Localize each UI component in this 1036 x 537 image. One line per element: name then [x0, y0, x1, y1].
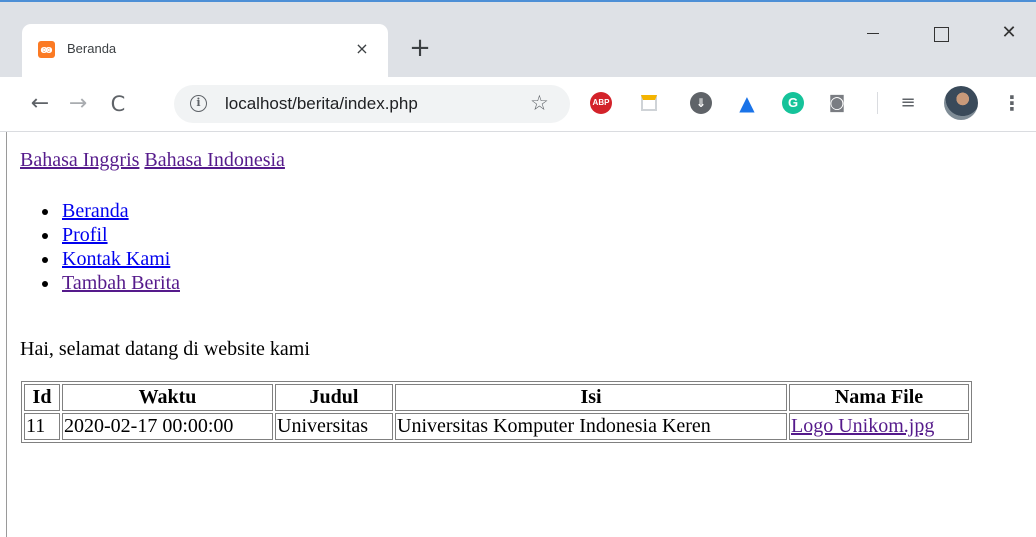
kebab-menu-icon[interactable]: ⋮ — [1002, 90, 1022, 116]
tab-close-icon[interactable]: × — [350, 37, 374, 61]
camera-icon[interactable]: ◙ — [826, 92, 848, 114]
minimize-button[interactable] — [850, 18, 896, 48]
link-bahasa-indonesia[interactable]: Bahasa Indonesia — [144, 149, 285, 171]
table-header-row: Id Waktu Judul Isi Nama File — [24, 384, 969, 411]
new-tab-button[interactable]: + — [406, 35, 434, 63]
cell-judul: Universitas — [275, 413, 393, 440]
xampp-icon: ꙭ — [38, 41, 55, 58]
nav-item: Tambah Berita — [60, 271, 180, 295]
cell-nama-file: Logo Unikom.jpg — [789, 413, 969, 440]
cell-waktu: 2020-02-17 00:00:00 — [62, 413, 273, 440]
nav-item: Profil — [60, 223, 180, 247]
forward-arrow-icon[interactable]: → — [64, 90, 92, 118]
col-header-judul: Judul — [275, 384, 393, 411]
nav-item: Beranda — [60, 199, 180, 223]
tab-beranda[interactable]: ꙭ Beranda × — [22, 24, 388, 79]
grammarly-icon[interactable]: G — [782, 92, 804, 114]
reload-icon[interactable]: C — [104, 90, 132, 118]
site-info-icon[interactable]: i — [190, 95, 207, 112]
profile-avatar[interactable] — [944, 86, 978, 120]
browser-titlebar: ꙭ Beranda × + ✕ — [0, 0, 1036, 79]
address-bar[interactable]: i localhost/berita/index.php ☆ — [174, 85, 570, 123]
back-arrow-icon[interactable]: ← — [26, 90, 54, 118]
news-table: Id Waktu Judul Isi Nama File 11 2020-02-… — [21, 381, 972, 443]
maximize-button[interactable] — [918, 18, 964, 48]
nav-link-tambah-berita[interactable]: Tambah Berita — [62, 272, 180, 294]
col-header-isi: Isi — [395, 384, 787, 411]
nav-link-profil[interactable]: Profil — [62, 224, 108, 246]
bookmark-star-icon[interactable]: ☆ — [530, 91, 549, 115]
col-header-waktu: Waktu — [62, 384, 273, 411]
close-window-button[interactable]: ✕ — [986, 18, 1032, 48]
nav-link-kontak-kami[interactable]: Kontak Kami — [62, 248, 170, 270]
toolbar-divider — [877, 92, 878, 114]
main-nav: Beranda Profil Kontak Kami Tambah Berita — [60, 199, 180, 295]
col-header-nama-file: Nama File — [789, 384, 969, 411]
download-extension-icon[interactable]: ⇓ — [690, 92, 712, 114]
graduation-cap-icon[interactable]: ▲ — [736, 92, 758, 114]
nav-item: Kontak Kami — [60, 247, 180, 271]
note-extension-icon[interactable] — [641, 95, 657, 111]
window-left-edge — [6, 132, 7, 537]
col-header-id: Id — [24, 384, 60, 411]
table-row: 11 2020-02-17 00:00:00 Universitas Unive… — [24, 413, 969, 440]
tab-title: Beranda — [67, 41, 117, 56]
cell-id: 11 — [24, 413, 60, 440]
adblock-plus-icon[interactable]: ABP — [590, 92, 612, 114]
url-text[interactable]: localhost/berita/index.php — [225, 94, 418, 114]
welcome-text: Hai, selamat datang di website kami — [20, 338, 310, 360]
language-links: Bahasa Inggris Bahasa Indonesia — [20, 149, 285, 172]
file-link[interactable]: Logo Unikom.jpg — [791, 415, 934, 437]
link-bahasa-inggris[interactable]: Bahasa Inggris — [20, 149, 139, 171]
cell-isi: Universitas Komputer Indonesia Keren — [395, 413, 787, 440]
media-control-icon[interactable]: ≡ — [897, 92, 919, 114]
nav-link-beranda[interactable]: Beranda — [62, 200, 129, 222]
browser-toolbar: ← → C i localhost/berita/index.php ☆ — [0, 77, 1036, 132]
